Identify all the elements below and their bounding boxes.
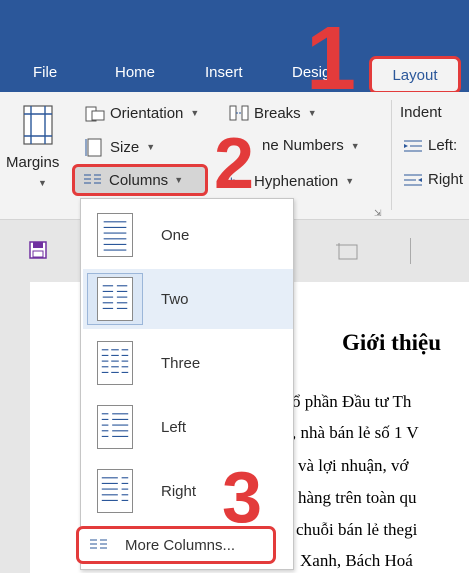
- document-line: , nhà bán lẻ số 1 V: [292, 423, 419, 442]
- columns-option-label: Three: [161, 354, 201, 372]
- chevron-down-icon: ▼: [174, 175, 184, 185]
- breaks-label: Breaks: [254, 104, 301, 122]
- columns-option-label: Two: [161, 290, 189, 308]
- columns-option-label: One: [161, 226, 190, 244]
- breaks-icon: [229, 105, 249, 121]
- document-line: ổ phần Đầu tư Th: [292, 392, 412, 411]
- columns-option-label: Left: [161, 418, 187, 436]
- three-columns-icon: [97, 341, 133, 385]
- indent-right-icon: [404, 174, 422, 185]
- indent-heading: Indent: [400, 104, 442, 121]
- orientation-label: Orientation: [110, 104, 184, 122]
- columns-label: Columns: [109, 171, 169, 189]
- two-columns-icon: [97, 277, 133, 321]
- toolbar-divider: [410, 238, 411, 264]
- document-line: Xanh, Bách Hoá: [300, 551, 413, 570]
- chevron-down-icon: ▼: [350, 140, 360, 151]
- chevron-down-icon: ▼: [345, 176, 355, 186]
- right-column-icon: [97, 469, 133, 513]
- document-line: và lợi nhuận, vớ: [298, 456, 409, 475]
- document-line: hàng trên toàn qu: [298, 488, 417, 507]
- columns-icon: [90, 539, 107, 549]
- hyphenation-label: Hyphenation: [254, 172, 339, 190]
- text-box-icon[interactable]: [336, 240, 360, 262]
- more-columns-label: More Columns...: [125, 536, 236, 554]
- step-number-1: 1: [306, 9, 357, 109]
- columns-option-label: Right: [161, 482, 197, 500]
- columns-option-one[interactable]: One: [83, 205, 293, 265]
- columns-option-left[interactable]: Left: [83, 397, 293, 457]
- indent-left-icon: [404, 140, 422, 151]
- chevron-down-icon: ▼: [190, 108, 200, 118]
- tab-file[interactable]: File: [33, 64, 57, 81]
- line-numbers-button[interactable]: ne Numbers ▼: [262, 137, 360, 154]
- margins-button[interactable]: Margins ▼: [6, 100, 70, 196]
- step-number-2: 2: [214, 124, 255, 204]
- indent-right-label: Right: [428, 171, 464, 188]
- columns-button[interactable]: Columns ▼: [72, 164, 208, 196]
- tab-insert[interactable]: Insert: [205, 64, 243, 81]
- indent-right[interactable]: Right: [402, 171, 463, 188]
- columns-option-two[interactable]: Two: [83, 269, 293, 329]
- orientation-button[interactable]: Orientation ▼: [84, 103, 199, 123]
- document-line: chuỗi bán lẻ thegi: [296, 520, 418, 539]
- dialog-launcher-icon[interactable]: ⇲: [374, 208, 382, 219]
- columns-option-three[interactable]: Three: [83, 333, 293, 393]
- left-column-icon: [97, 405, 133, 449]
- columns-icon: [84, 174, 101, 184]
- ribbon-separator: [391, 100, 392, 210]
- orientation-icon: [85, 106, 105, 122]
- tab-home[interactable]: Home: [115, 64, 155, 81]
- margins-label: Margins: [6, 154, 60, 171]
- save-icon[interactable]: [28, 240, 48, 260]
- tab-layout[interactable]: Layout: [369, 56, 461, 94]
- chevron-down-icon: ▼: [38, 178, 47, 188]
- indent-left[interactable]: Left:: [402, 137, 457, 154]
- line-numbers-label: ne Numbers: [262, 137, 344, 154]
- document-title: Giới thiệu: [342, 330, 441, 355]
- breaks-button[interactable]: Breaks ▼: [228, 103, 317, 123]
- size-label: Size: [110, 138, 140, 156]
- chevron-down-icon: ▼: [146, 142, 156, 152]
- step-number-3: 3: [222, 458, 263, 538]
- one-column-icon: [97, 213, 133, 257]
- chevron-down-icon: ▼: [307, 108, 317, 118]
- size-button[interactable]: Size ▼: [84, 137, 155, 157]
- size-icon: [85, 138, 102, 157]
- margins-icon: [23, 105, 53, 145]
- indent-left-label: Left:: [428, 137, 458, 154]
